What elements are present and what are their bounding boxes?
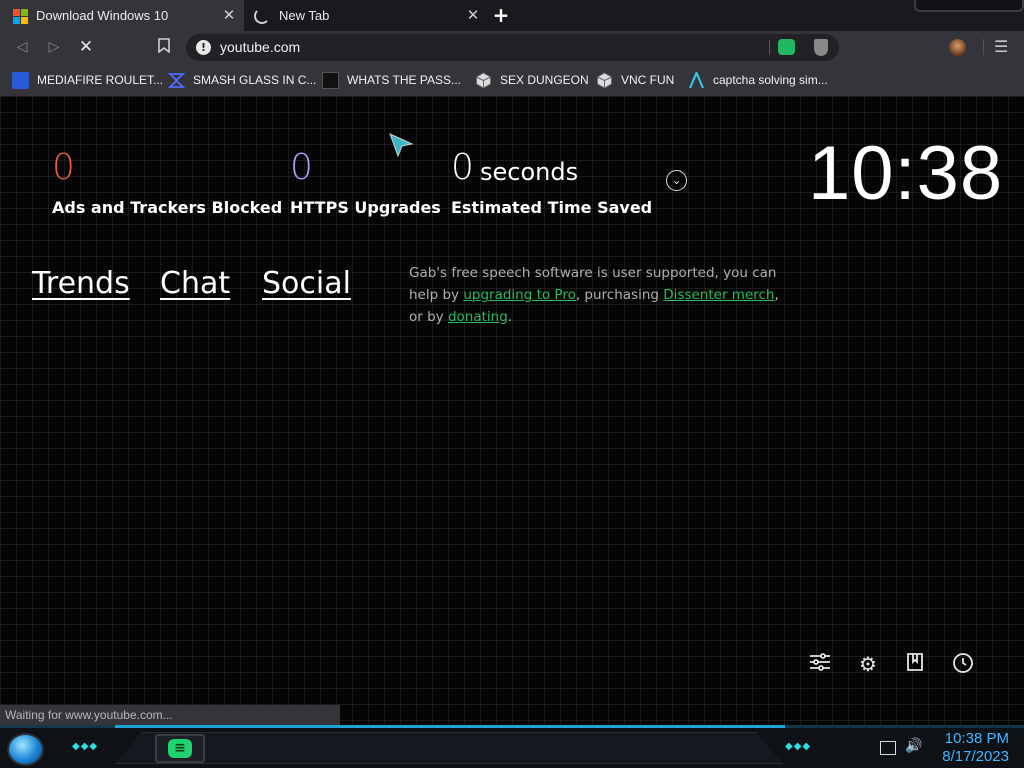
close-icon[interactable]: ✕ <box>221 7 237 23</box>
trends-link[interactable]: Trends <box>32 266 130 301</box>
sliders-icon[interactable] <box>808 652 832 676</box>
info-icon[interactable]: ! <box>196 40 211 55</box>
message-text: , purchasing <box>575 287 664 303</box>
time-saved-count: 0 <box>451 147 474 188</box>
ads-blocked-label: Ads and Trackers Blocked <box>52 198 283 217</box>
message-text: . <box>507 309 513 325</box>
bookmark-label: WHATS THE PASS... <box>347 73 462 87</box>
https-upgrades-count: 0 <box>290 147 313 188</box>
volume-icon[interactable]: 🔊 <box>905 738 922 754</box>
upgrade-pro-link[interactable]: upgrading to Pro <box>463 287 576 303</box>
bookmark-item[interactable]: SEX DUNGEON <box>475 71 589 89</box>
tab-label: New Tab <box>279 8 330 23</box>
ads-blocked-count: 0 <box>52 147 75 188</box>
smash-glass-icon <box>167 72 186 89</box>
shield-icon[interactable] <box>814 39 828 56</box>
taskbar: ◆◆◆ ≡ ◆◆◆ 🔊 10:38 PM 8/17/2023 <box>0 725 1024 768</box>
gear-icon[interactable]: ⚙ <box>856 652 880 676</box>
browser-toolbar: ◁ ▷ ✕ ! youtube.com ☰ <box>0 31 1024 64</box>
social-link[interactable]: Social <box>262 266 351 301</box>
bookmark-label: VNC FUN <box>621 73 675 87</box>
new-tab-button[interactable]: + <box>490 5 512 27</box>
new-tab-page: 0 Ads and Trackers Blocked 0 HTTPS Upgra… <box>0 96 1024 725</box>
donating-link[interactable]: donating <box>448 309 508 325</box>
tray-time: 10:38 PM <box>944 730 1009 747</box>
system-clock[interactable]: 10:38 PM 8/17/2023 <box>937 730 1009 766</box>
bookmarks-bar: MEDIAFIRE ROULET... SMASH GLASS IN C... … <box>0 64 1024 96</box>
window-frame-notch <box>914 0 1024 12</box>
taskbar-accent <box>115 725 785 728</box>
back-icon[interactable]: ◁ <box>13 38 31 56</box>
support-message: Gab's free speech software is user suppo… <box>409 262 789 328</box>
menu-icon[interactable]: ☰ <box>994 38 1008 56</box>
tray-date: 8/17/2023 <box>942 748 1009 765</box>
letter-a-icon <box>688 69 705 89</box>
taskbar-app-dissenter[interactable]: ≡ <box>155 734 205 763</box>
loading-spinner-icon <box>254 7 270 24</box>
divider <box>769 40 770 55</box>
https-upgrades-label: HTTPS Upgrades <box>290 198 441 217</box>
network-icon[interactable] <box>880 741 896 755</box>
dissenter-extension-icon[interactable] <box>778 39 795 55</box>
windows-logo-icon <box>13 8 28 24</box>
decorative-chevrons-icon: ◆◆◆ <box>785 741 812 752</box>
bookmarks-icon[interactable] <box>903 652 927 676</box>
clock: 10:38 <box>808 131 1004 216</box>
bookmark-label: MEDIAFIRE ROULET... <box>37 73 164 87</box>
dissenter-merch-link[interactable]: Dissenter merch <box>663 287 774 303</box>
address-bar[interactable]: ! youtube.com <box>186 34 839 61</box>
cube-icon <box>475 71 492 89</box>
bookmark-icon[interactable] <box>155 38 173 56</box>
history-icon[interactable] <box>951 652 975 676</box>
cube-icon <box>596 71 613 89</box>
start-button[interactable] <box>7 733 44 766</box>
taskbar-panel <box>115 732 783 764</box>
bookmark-item[interactable]: VNC FUN <box>596 71 674 89</box>
bookmark-label: captcha solving sim... <box>713 73 828 87</box>
stop-icon[interactable]: ✕ <box>77 38 95 56</box>
bookmark-item[interactable]: MEDIAFIRE ROULET... <box>12 71 163 89</box>
bookmark-item[interactable]: captcha solving sim... <box>688 69 828 89</box>
time-saved-label: Estimated Time Saved <box>451 198 653 217</box>
bookmark-label: SMASH GLASS IN C... <box>193 73 317 87</box>
tab-label: Download Windows 10 <box>36 8 169 23</box>
time-saved-unit: seconds <box>480 158 579 186</box>
chat-link[interactable]: Chat <box>160 266 230 301</box>
profile-avatar[interactable] <box>949 39 966 56</box>
close-icon[interactable]: ✕ <box>465 7 481 23</box>
bookmark-item[interactable]: SMASH GLASS IN C... <box>167 71 317 89</box>
url-text[interactable]: youtube.com <box>220 39 300 55</box>
bookmark-label: SEX DUNGEON <box>500 73 589 87</box>
divider <box>983 39 984 55</box>
mediafire-icon <box>12 71 29 89</box>
chat-app-icon: ≡ <box>168 739 192 758</box>
chevron-down-icon[interactable]: ⌄ <box>666 170 687 191</box>
tab-new-tab[interactable]: New Tab ✕ <box>244 0 488 31</box>
bookmark-item[interactable]: WHATS THE PASS... <box>322 71 461 89</box>
status-bar: Waiting for www.youtube.com... <box>0 705 340 725</box>
lock-icon <box>322 71 339 89</box>
tab-strip: Download Windows 10 ✕ New Tab ✕ + <box>0 0 1024 31</box>
tab-download-windows[interactable]: Download Windows 10 ✕ <box>0 0 244 31</box>
decorative-chevrons-icon: ◆◆◆ <box>72 741 99 752</box>
forward-icon[interactable]: ▷ <box>45 38 63 56</box>
